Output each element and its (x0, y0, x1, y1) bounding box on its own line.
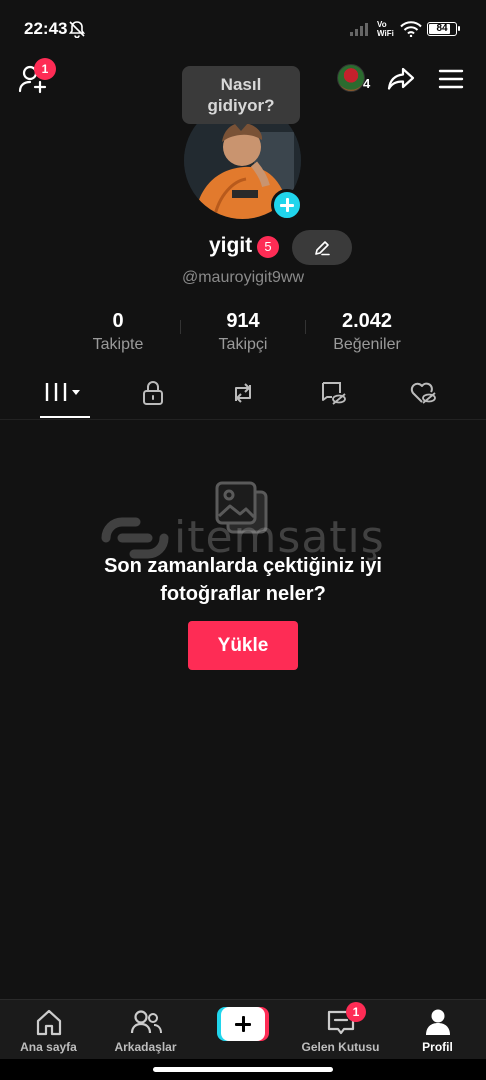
plus-icon (221, 1007, 265, 1041)
stat-likes-value: 2.042 (341, 310, 393, 332)
nav-profile-label: Profil (422, 1040, 453, 1054)
empty-state-message: Son zamanlarda çektiğiniz iyi fotoğrafla… (104, 555, 382, 605)
home-icon (36, 1009, 61, 1036)
home-indicator[interactable] (153, 1067, 333, 1072)
stat-divider (180, 320, 181, 334)
signal-icon (350, 22, 372, 41)
greeting-tooltip[interactable]: Nasıl gidiyor? (182, 66, 300, 131)
liked-hidden-icon (410, 382, 436, 404)
profile-tabs (0, 372, 486, 420)
status-time: 22:43 (24, 19, 68, 38)
status-bar: 22:43 Vo WiFi 84 (0, 0, 486, 60)
friends-icon (130, 1010, 162, 1034)
tab-private[interactable] (104, 372, 201, 419)
nav-inbox[interactable]: 1 Gelen Kutusu (292, 1000, 389, 1060)
stat-followers-label: Takipçi (218, 336, 268, 353)
grid-icon (45, 383, 80, 401)
tab-videos[interactable] (16, 372, 113, 419)
username: @mauroyigit9ww (181, 269, 305, 286)
add-friend-button[interactable]: 1 (18, 58, 56, 94)
nav-inbox-label: Gelen Kutusu (301, 1040, 380, 1054)
nav-home-label: Ana sayfa (20, 1040, 77, 1054)
stat-followers-value: 914 (226, 310, 260, 332)
lock-icon (142, 381, 163, 405)
create-button[interactable] (217, 1007, 269, 1041)
notification-badge: 1 (34, 58, 56, 80)
pencil-icon (315, 241, 330, 256)
tagged-hidden-icon (321, 382, 346, 405)
profile-icon (425, 1009, 450, 1035)
add-story-button[interactable] (271, 189, 303, 221)
stat-likes-label: Beğeniler (333, 336, 401, 353)
coins-button[interactable]: 4 (337, 64, 375, 94)
nav-friends-label: Arkadaşlar (114, 1040, 177, 1054)
stat-following-label: Takipte (92, 336, 144, 353)
wifi-icon (400, 21, 422, 42)
vowifi-label: Vo WiFi (377, 20, 394, 38)
bottom-nav: Ana sayfa Arkadaşlar 1 Gelen Kutusu Prof… (0, 999, 486, 1059)
tab-reposts[interactable] (194, 372, 291, 419)
repost-icon (234, 383, 251, 403)
tab-liked[interactable] (374, 372, 471, 419)
nav-friends[interactable]: Arkadaşlar (97, 1000, 194, 1060)
upload-button[interactable]: Yükle (188, 621, 298, 670)
coin-avatar (337, 64, 365, 92)
share-icon[interactable] (386, 64, 416, 99)
stat-following-value: 0 (112, 310, 124, 332)
battery-level: 84 (436, 23, 448, 34)
nav-home[interactable]: Ana sayfa (0, 1000, 97, 1060)
menu-icon[interactable] (438, 67, 464, 96)
name-badge[interactable]: 5 (257, 236, 279, 258)
edit-profile-button[interactable] (292, 230, 352, 265)
active-tab-indicator (40, 416, 90, 418)
bell-off-icon (68, 20, 86, 43)
battery-icon: 84 (427, 22, 460, 36)
inbox-badge: 1 (346, 1002, 366, 1022)
display-name: yigit (209, 234, 253, 257)
stat-following[interactable]: 0 Takipte (68, 310, 168, 354)
nav-profile[interactable]: Profil (389, 1000, 486, 1060)
coin-count: 4 (363, 76, 371, 91)
stat-likes[interactable]: 2.042 Beğeniler (317, 310, 417, 354)
stat-followers[interactable]: 914 Takipçi (193, 310, 293, 354)
tab-tagged[interactable] (284, 372, 381, 419)
stat-divider (305, 320, 306, 334)
